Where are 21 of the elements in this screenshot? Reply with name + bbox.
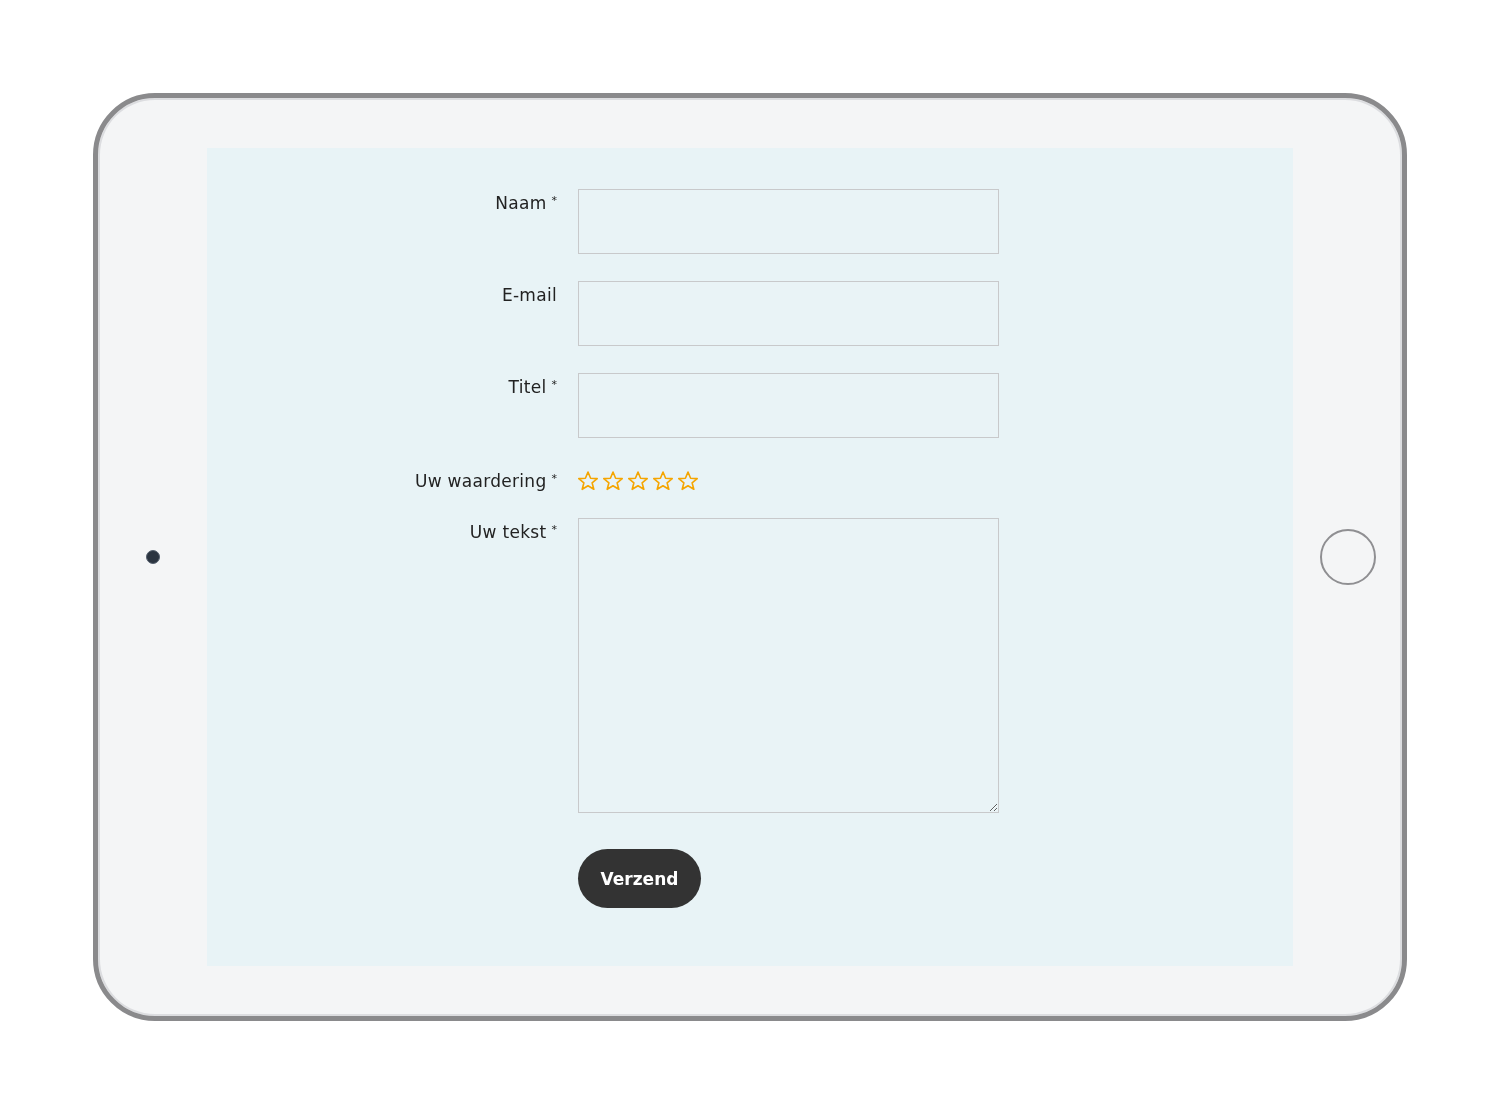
field-label: E-mail	[501, 285, 557, 305]
field-label: Naam	[495, 193, 547, 213]
input-field[interactable]	[578, 281, 999, 346]
text-area[interactable]	[578, 518, 999, 813]
required-mark: *	[551, 471, 557, 485]
submit-button[interactable]: Verzend	[578, 849, 701, 908]
camera-icon	[145, 550, 160, 564]
input-field[interactable]	[578, 373, 999, 438]
field-label: Uw waardering	[414, 471, 547, 491]
required-mark: *	[551, 193, 557, 207]
star-icon[interactable]	[578, 471, 598, 491]
star-icon[interactable]	[678, 471, 698, 491]
field-label: Uw tekst	[469, 522, 547, 542]
home-button[interactable]	[1319, 529, 1376, 585]
star-icon[interactable]	[653, 471, 673, 491]
required-mark: *	[551, 377, 557, 391]
field-label: Titel	[508, 377, 547, 397]
star-icon[interactable]	[628, 471, 648, 491]
input-field[interactable]	[578, 189, 999, 254]
required-mark: *	[551, 522, 557, 536]
star-icon[interactable]	[603, 471, 623, 491]
